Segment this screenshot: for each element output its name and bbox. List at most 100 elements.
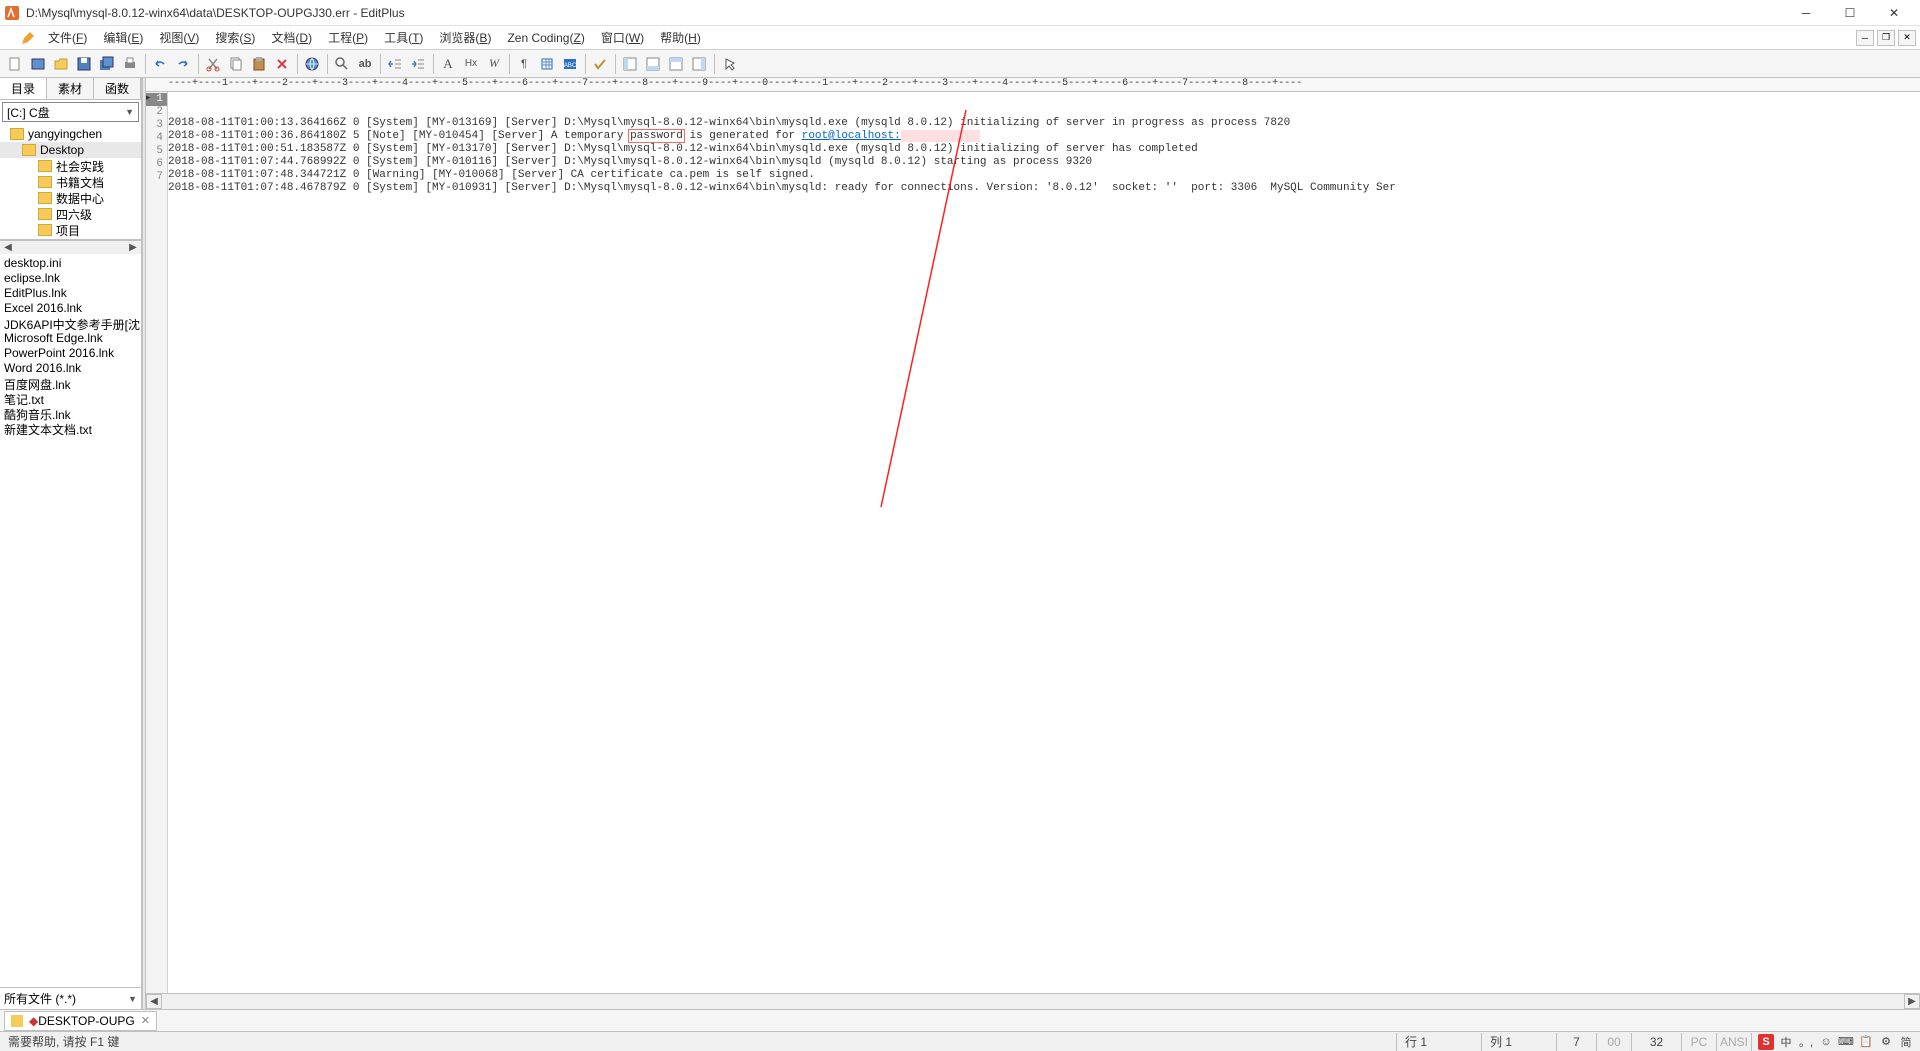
ime-mode-icon[interactable]: 简	[1898, 1034, 1914, 1050]
file-item[interactable]: Excel 2016.lnk	[0, 301, 141, 316]
mdi-minimize-button[interactable]: ─	[1856, 30, 1874, 46]
scroll-right-icon[interactable]: ▶	[1904, 994, 1920, 1009]
file-item[interactable]: desktop.ini	[0, 256, 141, 271]
sidebar-tab-function[interactable]: 函数	[94, 78, 141, 99]
minimize-button[interactable]: ─	[1784, 0, 1828, 26]
menu-e[interactable]: 编辑(E)	[95, 27, 151, 49]
cut-button[interactable]	[202, 53, 224, 75]
spell-check-button[interactable]	[589, 53, 611, 75]
file-item[interactable]: Microsoft Edge.lnk	[0, 331, 141, 346]
code-line[interactable]: 2018-08-11T01:07:48.467879Z 0 [System] […	[168, 182, 1920, 195]
column-select-button[interactable]	[536, 53, 558, 75]
folder-item[interactable]: 项目	[0, 222, 141, 238]
file-item[interactable]: PowerPoint 2016.lnk	[0, 346, 141, 361]
indent-right-button[interactable]	[407, 53, 429, 75]
panel3-button[interactable]	[665, 53, 687, 75]
code-line[interactable]: 2018-08-11T01:07:48.344721Z 0 [Warning] …	[168, 169, 1920, 182]
new-file-button[interactable]	[4, 53, 26, 75]
file-list[interactable]: desktop.inieclipse.lnkEditPlus.lnkExcel …	[0, 254, 141, 987]
folder-item[interactable]: Desktop	[0, 142, 141, 158]
maximize-button[interactable]: ☐	[1828, 0, 1872, 26]
panel2-button[interactable]	[642, 53, 664, 75]
settings-icon[interactable]: ⚙	[1878, 1034, 1894, 1050]
folder-item[interactable]: yangyingchen	[0, 126, 141, 142]
find-button[interactable]	[331, 53, 353, 75]
run-button[interactable]	[718, 53, 740, 75]
abc-button[interactable]: ABC	[559, 53, 581, 75]
open-button[interactable]	[50, 53, 72, 75]
browser-button[interactable]	[301, 53, 323, 75]
code-line[interactable]: 2018-08-11T01:00:13.364166Z 0 [System] […	[168, 117, 1920, 130]
close-button[interactable]: ✕	[1872, 0, 1916, 26]
file-item[interactable]: 新建文本文档.txt	[0, 421, 141, 436]
file-item[interactable]: eclipse.lnk	[0, 271, 141, 286]
menu-f[interactable]: 文件(F)	[40, 27, 95, 49]
file-filter[interactable]: 所有文件 (*.*) ▼	[0, 987, 141, 1009]
menu-w[interactable]: 窗口(W)	[593, 27, 652, 49]
menu-p[interactable]: 工程(P)	[320, 27, 376, 49]
mdi-restore-button[interactable]: ❐	[1877, 30, 1895, 46]
hex-button[interactable]: Hx	[460, 53, 482, 75]
paste-button[interactable]	[248, 53, 270, 75]
mdi-close-button[interactable]: ✕	[1898, 30, 1916, 46]
code-content[interactable]: 2018-08-11T01:00:13.364166Z 0 [System] […	[168, 92, 1920, 993]
clipboard-icon[interactable]: 📋	[1858, 1034, 1874, 1050]
title-bar: D:\Mysql\mysql-8.0.12-winx64\data\DESKTO…	[0, 0, 1920, 26]
delete-button[interactable]	[271, 53, 293, 75]
save-all-button[interactable]	[96, 53, 118, 75]
menu-b[interactable]: 浏览器(B)	[431, 27, 499, 49]
indent-left-button[interactable]	[384, 53, 406, 75]
redo-button[interactable]	[172, 53, 194, 75]
menu-t[interactable]: 工具(T)	[376, 27, 431, 49]
scroll-right-icon[interactable]: ▶	[125, 241, 141, 254]
folder-item[interactable]: 书籍文档	[0, 174, 141, 190]
code-line[interactable]: 2018-08-11T01:07:44.768992Z 0 [System] […	[168, 156, 1920, 169]
menu-v[interactable]: 视图(V)	[151, 27, 207, 49]
ime-lang-icon[interactable]: 中	[1778, 1034, 1794, 1050]
file-item[interactable]: JDK6API中文参考手册[沈	[0, 316, 141, 331]
tree-scrollbar[interactable]: ◀ ▶	[0, 240, 141, 254]
menu-z[interactable]: Zen Coding(Z)	[499, 27, 592, 49]
file-item[interactable]: Word 2016.lnk	[0, 361, 141, 376]
show-invisibles-button[interactable]: ¶	[513, 53, 535, 75]
code-line[interactable]: 2018-08-11T01:00:51.183587Z 0 [System] […	[168, 143, 1920, 156]
menu-s[interactable]: 搜索(S)	[207, 27, 263, 49]
folder-item[interactable]: 数据中心	[0, 190, 141, 206]
file-item[interactable]: 酷狗音乐.lnk	[0, 406, 141, 421]
panel4-button[interactable]	[688, 53, 710, 75]
folder-item[interactable]: 四六级	[0, 206, 141, 222]
file-item[interactable]: EditPlus.lnk	[0, 286, 141, 301]
new-html-button[interactable]	[27, 53, 49, 75]
document-tab[interactable]: ◆ DESKTOP-OUPG ✕	[4, 1011, 157, 1031]
drive-select[interactable]: [C:] C盘 ▼	[2, 102, 139, 122]
print-button[interactable]	[119, 53, 141, 75]
ime-punct-icon[interactable]: 。,	[1798, 1034, 1814, 1050]
file-item[interactable]: 百度网盘.lnk	[0, 376, 141, 391]
save-button[interactable]	[73, 53, 95, 75]
sidebar-tab-directory[interactable]: 目录	[0, 78, 47, 99]
folder-icon	[22, 144, 36, 156]
folder-icon	[38, 208, 52, 220]
folder-item[interactable]: 社会实践	[0, 158, 141, 174]
replace-button[interactable]: ab	[354, 53, 376, 75]
font-a-button[interactable]: A	[437, 53, 459, 75]
ruler: ----+----1----+----2----+----3----+----4…	[146, 78, 1920, 92]
close-tab-icon[interactable]: ✕	[141, 1014, 150, 1027]
undo-button[interactable]	[149, 53, 171, 75]
emoji-icon[interactable]: ☺	[1818, 1034, 1834, 1050]
menu-d[interactable]: 文档(D)	[263, 27, 320, 49]
code-line[interactable]: 2018-08-11T01:00:36.864180Z 5 [Note] [MY…	[168, 130, 1920, 143]
folder-tree[interactable]: yangyingchenDesktop社会实践书籍文档数据中心四六级项目	[0, 124, 141, 240]
wrap-button[interactable]: W	[483, 53, 505, 75]
panel1-button[interactable]	[619, 53, 641, 75]
scroll-left-icon[interactable]: ◀	[146, 994, 162, 1009]
keyboard-icon[interactable]: ⌨	[1838, 1034, 1854, 1050]
sidebar-tab-snippet[interactable]: 素材	[47, 78, 94, 99]
horizontal-scrollbar[interactable]: ◀ ▶	[146, 993, 1920, 1009]
file-item[interactable]: 笔记.txt	[0, 391, 141, 406]
ime-icon[interactable]: S	[1758, 1034, 1774, 1050]
menu-h[interactable]: 帮助(H)	[652, 27, 709, 49]
copy-button[interactable]	[225, 53, 247, 75]
code-line[interactable]	[168, 195, 1920, 208]
scroll-left-icon[interactable]: ◀	[0, 241, 16, 254]
